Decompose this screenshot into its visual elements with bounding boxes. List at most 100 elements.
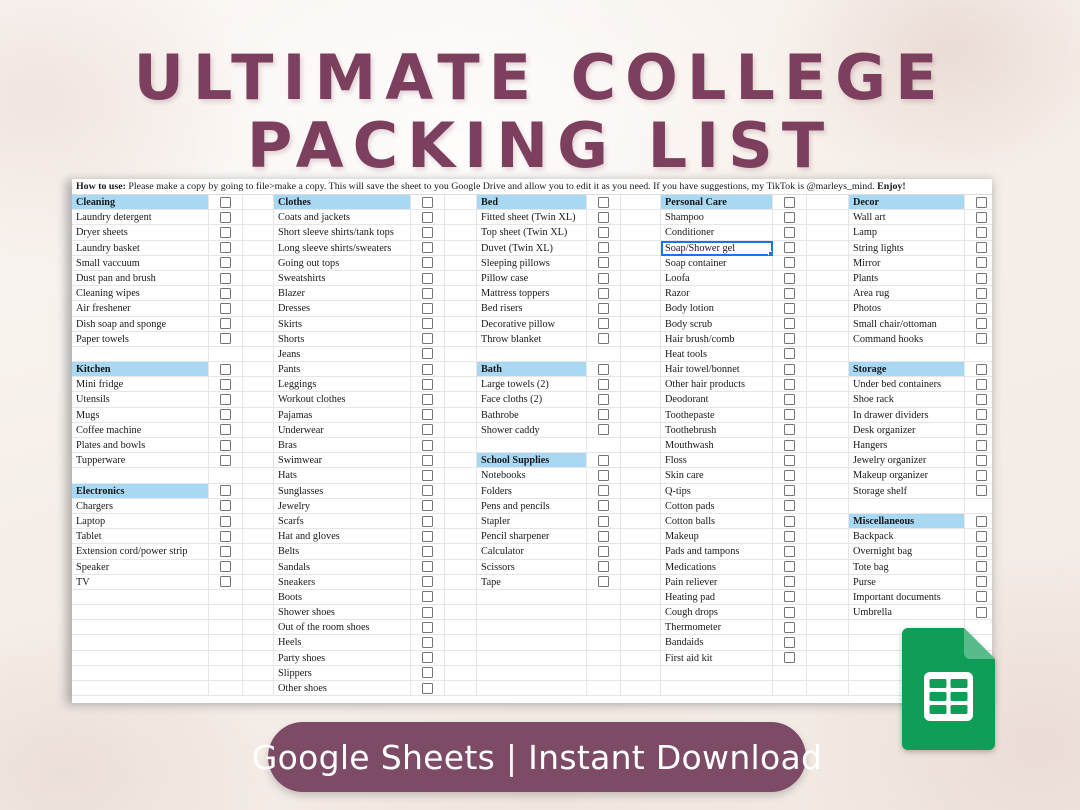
checkbox-icon[interactable]: [976, 454, 987, 466]
list-item-label[interactable]: Desk organizer: [849, 422, 965, 438]
checkbox-icon[interactable]: [598, 561, 609, 573]
checkbox-icon[interactable]: [422, 469, 433, 481]
checkbox-cell[interactable]: [773, 255, 807, 271]
checkbox-icon[interactable]: [598, 576, 609, 588]
list-item-label[interactable]: Going out tops: [274, 255, 411, 271]
checkbox-cell[interactable]: [587, 331, 621, 347]
checkbox-cell[interactable]: [965, 332, 992, 347]
checkbox-icon[interactable]: [598, 378, 609, 390]
checkbox-cell[interactable]: [965, 210, 992, 226]
checkbox-cell[interactable]: [773, 468, 807, 484]
checkbox-icon[interactable]: [976, 439, 987, 451]
checkbox-cell[interactable]: [965, 544, 992, 560]
checkbox-icon[interactable]: [784, 409, 795, 421]
checkbox-cell[interactable]: [773, 574, 807, 590]
checkbox-icon[interactable]: [220, 545, 231, 557]
list-item-label[interactable]: Dust pan and brush: [72, 270, 209, 287]
checkbox-cell[interactable]: [965, 605, 992, 621]
checkbox-cell[interactable]: [965, 453, 992, 469]
list-item-label[interactable]: Soap/Shower gel: [661, 240, 773, 256]
checkbox-cell[interactable]: [965, 392, 992, 408]
list-item-label[interactable]: Air freshener: [72, 301, 209, 317]
checkbox-cell[interactable]: [209, 240, 243, 256]
checkbox-icon[interactable]: [784, 257, 795, 269]
checkbox-icon[interactable]: [422, 515, 433, 527]
list-item-label[interactable]: Bras: [274, 438, 411, 454]
checkbox-icon[interactable]: [784, 591, 795, 603]
section-header[interactable]: Personal Care: [661, 195, 773, 211]
checkbox-cell[interactable]: [587, 392, 621, 408]
list-item-label[interactable]: Umbrella: [849, 605, 965, 621]
checkbox-icon[interactable]: [422, 226, 433, 238]
list-item-label[interactable]: Paper towels: [72, 331, 209, 347]
checkbox-cell[interactable]: [587, 362, 621, 378]
list-item-label[interactable]: Heating pad: [661, 589, 773, 606]
list-item-label[interactable]: Swimwear: [274, 453, 411, 469]
checkbox-cell[interactable]: [587, 255, 621, 271]
list-item-label[interactable]: Scissors: [477, 559, 587, 575]
checkbox-icon[interactable]: [422, 530, 433, 542]
list-item-label[interactable]: Laundry detergent: [72, 210, 209, 226]
checkbox-icon[interactable]: [220, 272, 231, 284]
list-item-label[interactable]: Blazer: [274, 286, 411, 302]
checkbox-cell[interactable]: [209, 544, 243, 560]
checkbox-icon[interactable]: [422, 272, 433, 284]
checkbox-cell[interactable]: [411, 513, 445, 530]
checkbox-icon[interactable]: [422, 652, 433, 664]
checkbox-cell[interactable]: [773, 605, 807, 621]
checkbox-icon[interactable]: [220, 211, 231, 223]
checkbox-cell[interactable]: [965, 241, 992, 256]
checkbox-icon[interactable]: [422, 196, 433, 208]
checkbox-icon[interactable]: [976, 576, 987, 588]
checkbox-icon[interactable]: [220, 394, 231, 406]
list-item-label[interactable]: Skin care: [661, 468, 773, 484]
list-item-label[interactable]: Cleaning wipes: [72, 286, 209, 302]
list-item-label[interactable]: Hat and gloves: [274, 529, 411, 545]
list-item-label[interactable]: Pain reliever: [661, 574, 773, 590]
checkbox-icon[interactable]: [422, 485, 433, 497]
checkbox-cell[interactable]: [411, 301, 445, 317]
checkbox-icon[interactable]: [422, 242, 433, 254]
section-header[interactable]: Bed: [477, 195, 587, 211]
list-item-label[interactable]: Wall art: [849, 210, 965, 226]
checkbox-cell[interactable]: [587, 498, 621, 514]
checkbox-cell[interactable]: [773, 589, 807, 606]
checkbox-cell[interactable]: [773, 331, 807, 347]
checkbox-cell[interactable]: [965, 529, 992, 545]
checkbox-icon[interactable]: [976, 211, 987, 223]
checkbox-cell[interactable]: [965, 423, 992, 438]
checkbox-cell[interactable]: [411, 377, 445, 393]
checkbox-icon[interactable]: [976, 515, 987, 527]
list-item-label[interactable]: Fitted sheet (Twin XL): [477, 210, 587, 226]
checkbox-cell[interactable]: [411, 529, 445, 545]
checkbox-icon[interactable]: [598, 226, 609, 238]
checkbox-cell[interactable]: [209, 377, 243, 393]
checkbox-cell[interactable]: [773, 620, 807, 636]
list-item-label[interactable]: Laundry basket: [72, 240, 209, 256]
list-item-label[interactable]: Soap container: [661, 255, 773, 271]
checkbox-icon[interactable]: [784, 469, 795, 481]
list-item-label[interactable]: Plants: [849, 270, 965, 287]
checkbox-icon[interactable]: [784, 576, 795, 588]
list-item-label[interactable]: Pencil sharpener: [477, 529, 587, 545]
checkbox-icon[interactable]: [976, 606, 987, 618]
checkbox-icon[interactable]: [422, 302, 433, 314]
list-item-label[interactable]: Heels: [274, 635, 411, 651]
checkbox-cell[interactable]: [965, 301, 992, 317]
list-item-label[interactable]: Other shoes: [274, 681, 411, 697]
checkbox-cell[interactable]: [773, 559, 807, 575]
checkbox-cell[interactable]: [773, 240, 807, 256]
checkbox-cell[interactable]: [411, 316, 445, 332]
checkbox-icon[interactable]: [422, 606, 433, 618]
list-item-label[interactable]: Shorts: [274, 331, 411, 347]
checkbox-cell[interactable]: [587, 453, 621, 469]
checkbox-icon[interactable]: [784, 287, 795, 299]
checkbox-icon[interactable]: [598, 409, 609, 421]
list-item-label[interactable]: Deodorant: [661, 392, 773, 408]
checkbox-icon[interactable]: [598, 530, 609, 542]
checkbox-icon[interactable]: [220, 196, 231, 208]
checkbox-cell[interactable]: [411, 195, 445, 211]
checkbox-cell[interactable]: [209, 392, 243, 408]
checkbox-cell[interactable]: [965, 271, 992, 287]
checkbox-cell[interactable]: [773, 225, 807, 241]
